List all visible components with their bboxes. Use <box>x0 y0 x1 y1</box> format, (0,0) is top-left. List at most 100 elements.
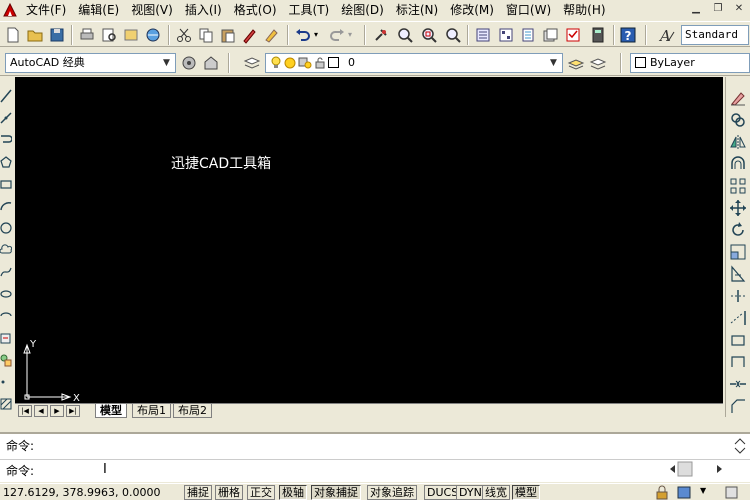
zoom-realtime-icon[interactable] <box>396 26 414 44</box>
redo-icon[interactable] <box>328 26 346 44</box>
menu-modify[interactable]: 修改(M) <box>444 0 500 20</box>
tab-layout1[interactable]: 布局1 <box>132 404 171 418</box>
make-block-icon[interactable] <box>0 353 12 367</box>
layer-unlock-icon[interactable] <box>314 57 326 69</box>
markup-icon[interactable] <box>564 26 582 44</box>
tab-model[interactable]: 模型 <box>95 404 127 418</box>
next-tab-icon[interactable]: ▶ <box>50 405 64 417</box>
autocad-app-icon[interactable] <box>2 2 18 18</box>
toggle-ortho[interactable]: 正交 <box>247 485 275 500</box>
drawing-canvas[interactable]: 迅捷CAD工具箱 Y X <box>15 77 723 403</box>
array-icon[interactable] <box>729 177 747 195</box>
print-preview-icon[interactable] <box>100 26 118 44</box>
sheet-set-icon[interactable] <box>541 26 559 44</box>
rotate-icon[interactable] <box>729 221 747 239</box>
zoom-previous-icon[interactable] <box>444 26 462 44</box>
command-window[interactable]: 命令: 命令: I <box>0 432 750 482</box>
last-tab-icon[interactable]: ▶| <box>66 405 80 417</box>
design-center-icon[interactable] <box>497 26 515 44</box>
block-editor-icon[interactable] <box>263 26 281 44</box>
lock-icon[interactable] <box>654 485 670 500</box>
polygon-icon[interactable] <box>0 155 12 169</box>
chevron-down-icon[interactable]: ▼ <box>546 55 561 71</box>
minimize-icon[interactable]: ▁ <box>688 2 704 16</box>
prev-tab-icon[interactable]: ◀ <box>34 405 48 417</box>
first-tab-icon[interactable]: |◀ <box>18 405 32 417</box>
layer-manager-icon[interactable] <box>243 54 261 72</box>
menu-view[interactable]: 视图(V) <box>125 0 179 20</box>
undo-dropdown-icon[interactable]: ▾ <box>314 30 318 39</box>
construction-line-icon[interactable] <box>0 111 12 125</box>
trim-icon[interactable] <box>729 287 747 305</box>
copy-object-icon[interactable] <box>729 111 747 129</box>
erase-icon[interactable] <box>729 89 747 107</box>
toggle-dyn[interactable]: DYN <box>456 485 485 500</box>
point-icon[interactable] <box>0 375 12 389</box>
close-icon[interactable]: ✕ <box>731 2 747 16</box>
toggle-lineweight[interactable]: 线宽 <box>482 485 510 500</box>
3d-dwf-icon[interactable] <box>144 26 162 44</box>
help-icon[interactable]: ? <box>619 26 637 44</box>
save-icon[interactable] <box>48 26 66 44</box>
stretch-icon[interactable] <box>729 265 747 283</box>
toggle-grid[interactable]: 栅格 <box>215 485 243 500</box>
join-icon[interactable] <box>729 375 747 393</box>
spline-icon[interactable] <box>0 265 12 279</box>
properties-icon[interactable] <box>474 26 492 44</box>
layer-select[interactable]: 0 ▼ <box>265 53 563 73</box>
menu-dimension[interactable]: 标注(N) <box>390 0 444 20</box>
calculator-icon[interactable] <box>589 26 607 44</box>
make-object-layer-current-icon[interactable] <box>567 54 585 72</box>
layer-on-bulb-icon[interactable] <box>270 56 282 70</box>
toggle-otrack[interactable]: 对象追踪 <box>367 485 417 500</box>
menu-insert[interactable]: 插入(I) <box>179 0 228 20</box>
workspace-settings-icon[interactable] <box>180 54 198 72</box>
workspace-select[interactable]: AutoCAD 经典 ▼ <box>5 53 176 73</box>
rectangle-icon[interactable] <box>0 177 12 191</box>
match-properties-icon[interactable] <box>241 26 259 44</box>
restore-icon[interactable]: ❐ <box>710 2 726 16</box>
layer-thaw-sun-icon[interactable] <box>284 57 296 69</box>
cut-icon[interactable] <box>175 26 193 44</box>
toggle-polar[interactable]: 极轴 <box>279 485 307 500</box>
paste-icon[interactable] <box>219 26 237 44</box>
undo-icon[interactable] <box>294 26 312 44</box>
mirror-icon[interactable] <box>729 133 747 151</box>
menu-tools[interactable]: 工具(T) <box>283 0 336 20</box>
new-file-icon[interactable] <box>4 26 22 44</box>
chamfer-icon[interactable] <box>729 397 747 415</box>
offset-icon[interactable] <box>729 155 747 173</box>
insert-block-icon[interactable] <box>0 331 12 345</box>
break-at-point-icon[interactable] <box>729 331 747 349</box>
redo-dropdown-icon[interactable]: ▾ <box>348 30 352 39</box>
ellipse-icon[interactable] <box>0 287 12 301</box>
line-icon[interactable] <box>0 89 12 103</box>
revision-cloud-icon[interactable] <box>0 243 12 257</box>
print-icon[interactable] <box>78 26 96 44</box>
layer-previous-icon[interactable] <box>589 54 607 72</box>
command-horizontal-scrollbar[interactable] <box>664 460 728 478</box>
chevron-down-icon[interactable]: ▼ <box>159 55 174 71</box>
publish-icon[interactable] <box>122 26 140 44</box>
extend-icon[interactable] <box>729 309 747 327</box>
tool-palettes-icon[interactable] <box>519 26 537 44</box>
arc-icon[interactable] <box>0 199 12 213</box>
copy-icon[interactable] <box>197 26 215 44</box>
menu-edit[interactable]: 编辑(E) <box>72 0 125 20</box>
menu-format[interactable]: 格式(O) <box>228 0 283 20</box>
scale-icon[interactable] <box>729 243 747 261</box>
toggle-osnap[interactable]: 对象捕捉 <box>311 485 361 500</box>
hatch-icon[interactable] <box>0 397 12 411</box>
circle-icon[interactable] <box>0 221 12 235</box>
break-icon[interactable] <box>729 353 747 371</box>
menu-file[interactable]: 文件(F) <box>20 0 72 20</box>
menu-draw[interactable]: 绘图(D) <box>335 0 390 20</box>
command-scroll-arrows-icon[interactable] <box>730 436 750 456</box>
my-workspace-icon[interactable] <box>202 54 220 72</box>
polyline-icon[interactable] <box>0 133 12 147</box>
tab-layout2[interactable]: 布局2 <box>173 404 212 418</box>
ellipse-arc-icon[interactable] <box>0 309 12 323</box>
toggle-snap[interactable]: 捕捉 <box>184 485 212 500</box>
menu-help[interactable]: 帮助(H) <box>557 0 611 20</box>
clean-screen-icon[interactable] <box>718 485 746 500</box>
